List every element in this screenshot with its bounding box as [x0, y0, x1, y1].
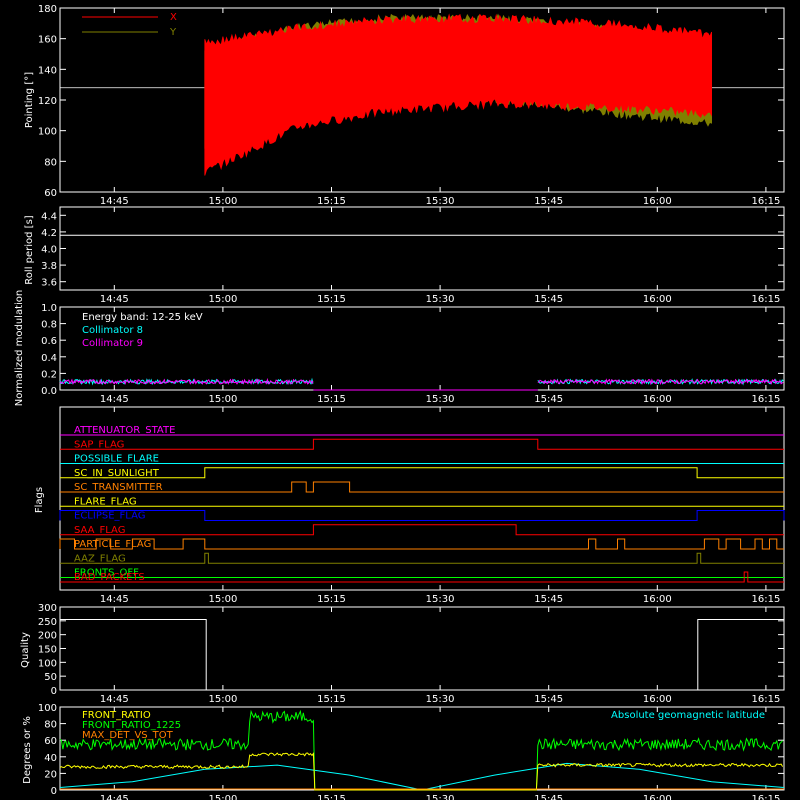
x-tick-label: 15:00 [208, 694, 237, 705]
x-tick-label: 16:00 [643, 694, 672, 705]
x-tick-label: 16:00 [643, 196, 672, 207]
y-tick-label: 100 [38, 127, 57, 138]
y-tick-label: 120 [38, 96, 57, 107]
x-tick-label: 14:45 [100, 594, 129, 605]
pointing-y-label: Pointing [°] [24, 72, 35, 128]
y-tick-label: 0.4 [41, 353, 57, 364]
flag-label: BAD_PACKETS [74, 572, 145, 583]
y-tick-label: 180 [38, 4, 57, 15]
x-tick-label: 15:00 [208, 196, 237, 207]
flags-y-label: Flags [34, 487, 45, 513]
legend-collimator-9: Collimator 9 [82, 338, 143, 349]
stix-quicklook-figure: 14:45 15:00 15:15 15:30 15:45 16:00 16:15 60 80 1… [0, 0, 800, 800]
x-tick-label: 15:30 [426, 694, 455, 705]
x-tick-label: 16:00 [643, 794, 672, 800]
y-tick-label: 40 [44, 753, 57, 764]
y-tick-label: 200 [38, 631, 57, 642]
flag-label: ATTENUATOR_STATE [74, 425, 175, 436]
flag-label: PARTICLE_FLAG [74, 539, 151, 550]
x-tick-label: 14:45 [100, 794, 129, 800]
x-tick-label: 16:15 [751, 694, 780, 705]
y-tick-label: 60 [44, 188, 57, 199]
legend-y-label: Y [169, 27, 177, 38]
y-tick-label: 50 [44, 672, 57, 683]
x-tick-label: 15:45 [534, 294, 563, 305]
y-tick-label: 80 [44, 720, 57, 731]
energy-band-annotation: Energy band: 12-25 keV [82, 312, 203, 323]
y-tick-label: 4.0 [41, 245, 57, 256]
x-tick-label: 16:15 [751, 594, 780, 605]
flag-label: AAZ_FLAG [74, 553, 126, 564]
x-tick-label: 14:45 [100, 294, 129, 305]
x-tick-label: 16:00 [643, 594, 672, 605]
x-tick-label: 16:15 [751, 196, 780, 207]
flag-label: POSSIBLE_FLARE [74, 454, 159, 465]
y-tick-label: 0.0 [41, 386, 57, 397]
x-tick-label: 15:30 [426, 196, 455, 207]
y-tick-label: 60 [44, 736, 57, 747]
flag-label: FLARE_FLAG [74, 496, 137, 507]
x-tick-label: 15:00 [208, 394, 237, 405]
x-tick-label: 14:45 [100, 196, 129, 207]
y-tick-label: 300 [38, 603, 57, 614]
y-tick-label: 3.8 [41, 261, 57, 272]
x-tick-label: 15:30 [426, 794, 455, 800]
x-tick-label: 15:15 [317, 196, 346, 207]
x-tick-label: 16:15 [751, 794, 780, 800]
y-tick-label: 100 [38, 658, 57, 669]
y-tick-label: 0 [51, 786, 57, 797]
modulation-y-label: Normalized modulation [14, 290, 25, 407]
x-tick-label: 15:30 [426, 594, 455, 605]
x-tick-label: 15:45 [534, 394, 563, 405]
y-tick-label: 160 [38, 35, 57, 46]
y-tick-label: 0.6 [41, 336, 57, 347]
legend-geomagnetic-latitude: Absolute geomagnetic latitude [611, 710, 765, 721]
flag-label: ECLIPSE_FLAG [74, 511, 145, 522]
x-tick-label: 15:15 [317, 594, 346, 605]
y-tick-label: 20 [44, 769, 57, 780]
flag-label: SAA_FLAG [74, 525, 125, 536]
x-tick-label: 15:45 [534, 694, 563, 705]
y-tick-label: 0.2 [41, 369, 57, 380]
x-tick-label: 15:45 [534, 594, 563, 605]
roll-period-y-label: Roll period [s] [24, 215, 35, 284]
x-tick-label: 15:00 [208, 294, 237, 305]
y-tick-label: 4.2 [41, 228, 57, 239]
ratio-y-label: Degrees or % [22, 716, 33, 784]
y-tick-label: 4.4 [41, 211, 57, 222]
y-tick-label: 80 [44, 157, 57, 168]
flag-label: SC_TRANSMITTER [74, 482, 163, 493]
x-tick-label: 15:45 [534, 196, 563, 207]
flag-label: SC_IN_SUNLIGHT [74, 468, 160, 479]
x-tick-label: 15:00 [208, 794, 237, 800]
y-tick-label: 250 [38, 617, 57, 628]
x-tick-label: 15:00 [208, 594, 237, 605]
x-tick-label: 15:30 [426, 294, 455, 305]
x-tick-label: 16:00 [643, 294, 672, 305]
x-tick-label: 14:45 [100, 694, 129, 705]
legend-x-label: X [170, 12, 177, 23]
y-tick-label: 1.0 [41, 303, 57, 314]
y-tick-label: 140 [38, 65, 57, 76]
quality-y-label: Quality [20, 632, 31, 668]
legend-collimator-8: Collimator 8 [82, 325, 143, 336]
y-tick-label: 3.6 [41, 278, 57, 289]
x-tick-label: 16:15 [751, 394, 780, 405]
y-tick-label: 0 [51, 686, 57, 697]
x-tick-label: 15:15 [317, 394, 346, 405]
x-tick-label: 14:45 [100, 394, 129, 405]
x-tick-label: 15:15 [317, 794, 346, 800]
y-tick-label: 150 [38, 645, 57, 656]
y-tick-label: 100 [38, 703, 57, 714]
x-tick-label: 16:15 [751, 294, 780, 305]
x-tick-label: 15:30 [426, 394, 455, 405]
y-tick-label: 0.8 [41, 320, 57, 331]
flag-label: SAP_FLAG [74, 439, 124, 450]
x-tick-label: 16:00 [643, 394, 672, 405]
legend-max-det-vs-tot: MAX_DET_VS_TOT [82, 730, 174, 741]
x-tick-label: 15:15 [317, 294, 346, 305]
x-tick-label: 15:45 [534, 794, 563, 800]
x-tick-label: 15:15 [317, 694, 346, 705]
